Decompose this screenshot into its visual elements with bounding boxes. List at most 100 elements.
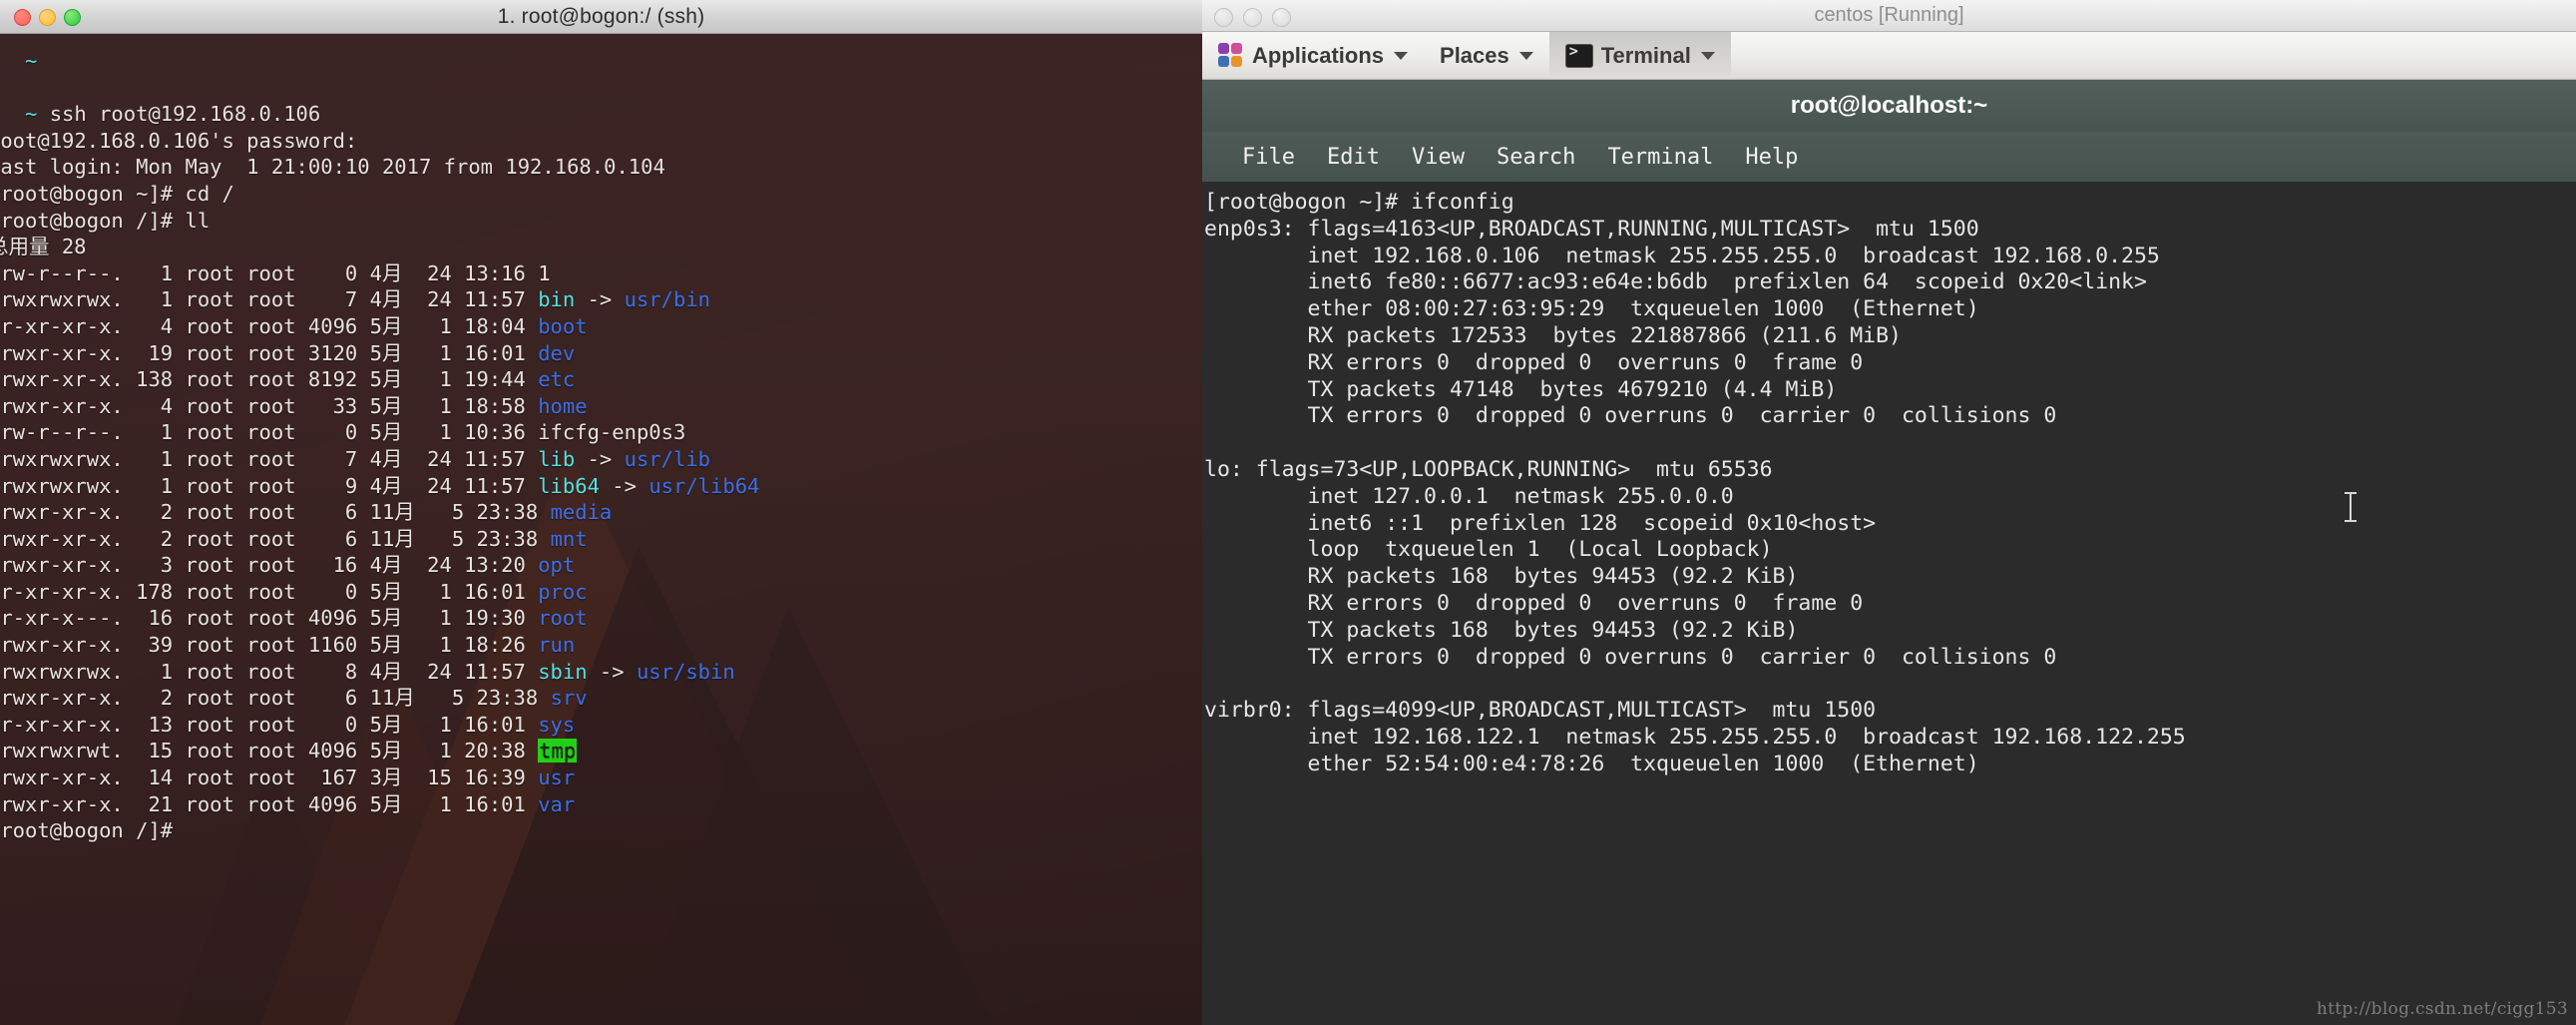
- terminal-text: 1: [538, 260, 551, 285]
- terminal-line: dr-xr-xr-x. 178 root root 0 5月 1 16:01 p…: [0, 579, 1202, 606]
- terminal-text: tmp: [538, 739, 578, 764]
- terminal-text: [root@bogon /]# ll: [0, 208, 211, 233]
- terminal-text: ~: [25, 49, 38, 73]
- terminal-line: drwxr-xr-x. 19 root root 3120 5月 1 16:01…: [0, 340, 1202, 367]
- menu-applications[interactable]: Applications: [1202, 32, 1424, 79]
- terminal-line: enp0s3: flags=4163<UP,BROADCAST,RUNNING,…: [1204, 216, 1979, 242]
- terminal-line: root@192.168.0.106's password:: [0, 128, 1202, 155]
- terminal-line: drwxr-xr-x. 2 root root 6 11月 5 23:38 sr…: [0, 685, 1202, 712]
- terminal-text: -rw-r--r--. 1 root root 0 5月 1 10:36 ifc…: [0, 420, 686, 445]
- terminal-text: lrwxrwxrwx. 1 root root 7 4月 24 11:57: [0, 287, 539, 312]
- guest-terminal-body[interactable]: [root@bogon ~]# ifconfig enp0s3: flags=41…: [1202, 182, 2576, 1025]
- menu-item-view[interactable]: View: [1396, 145, 1481, 170]
- terminal-text: run: [538, 633, 576, 658]
- terminal-line: drwxr-xr-x. 3 root root 16 4月 24 13:20 o…: [0, 552, 1202, 579]
- terminal-line: drwxr-xr-x. 21 root root 4096 5月 1 16:01…: [0, 791, 1202, 818]
- terminal-text: usr/lib: [624, 446, 711, 471]
- terminal-text: var: [538, 791, 576, 816]
- terminal-text: root@192.168.0.106's password:: [0, 128, 358, 153]
- virtualbox-window: centos [Running] Applications Places Ter…: [1202, 0, 2576, 1025]
- terminal-text: ssh root@192.168.0.106: [37, 102, 321, 127]
- terminal-line: inet 127.0.0.1 netmask 255.0.0.0: [1204, 483, 1734, 509]
- terminal-text: drwxr-xr-x. 14 root root 167 3月 15 16:39: [0, 766, 539, 790]
- menu-item-terminal[interactable]: Terminal: [1591, 145, 1729, 170]
- terminal-line: [root@bogon ~]# cd /: [0, 181, 1202, 208]
- gnome-logo-icon: [1218, 42, 1244, 69]
- menu-applications-label: Applications: [1252, 42, 1385, 68]
- mac-titlebar[interactable]: 1. root@bogon:/ (ssh): [0, 0, 1202, 34]
- terminal-text: proc: [538, 579, 588, 604]
- terminal-text: usr: [538, 766, 576, 790]
- terminal-line: -rw-r--r--. 1 root root 0 5月 1 10:36 ifc…: [0, 419, 1202, 446]
- terminal-text: drwxr-xr-x. 2 root root 6 11月 5 23:38: [0, 526, 551, 551]
- mac-terminal-output: ❯ ~ ❯ ~ ssh root@192.168.0.106root@192.1…: [0, 48, 1202, 844]
- terminal-line: drwxr-xr-x. 138 root root 8192 5月 1 19:4…: [0, 366, 1202, 393]
- terminal-text: usr/sbin: [636, 659, 735, 684]
- menu-terminal[interactable]: Terminal: [1548, 32, 1731, 79]
- terminal-line: drwxr-xr-x. 39 root root 1160 5月 1 18:26…: [0, 632, 1202, 659]
- terminal-text: -rw-r--r--. 1 root root 0 4月 24 13:16: [0, 260, 539, 285]
- terminal-text: boot: [538, 313, 588, 338]
- vbox-titlebar[interactable]: centos [Running]: [1202, 0, 2576, 32]
- terminal-text: [root@bogon ~]# cd /: [0, 181, 234, 206]
- terminal-text: drwxr-xr-x. 39 root root 1160 5月 1 18:26: [0, 633, 539, 658]
- terminal-line: RX packets 172533 bytes 221887866 (211.6…: [1204, 322, 1902, 348]
- terminal-line: RX errors 0 dropped 0 overruns 0 frame 0: [1204, 590, 1864, 616]
- terminal-line: -rw-r--r--. 1 root root 0 4月 24 13:16 1: [0, 260, 1202, 287]
- menu-item-search[interactable]: Search: [1481, 145, 1591, 170]
- terminal-line: 总用量 28: [0, 234, 1202, 260]
- text-cursor-icon: [2345, 492, 2357, 522]
- chevron-down-icon: [1700, 51, 1715, 60]
- chevron-down-icon: [1394, 51, 1409, 60]
- terminal-text: ->: [599, 473, 649, 498]
- terminal-line: ether 08:00:27:63:95:29 txqueuelen 1000 …: [1204, 296, 1979, 322]
- terminal-text: ~: [25, 102, 38, 127]
- terminal-line: TX packets 168 bytes 94453 (92.2 KiB): [1204, 617, 1799, 643]
- terminal-line: lrwxrwxrwx. 1 root root 7 4月 24 11:57 li…: [0, 446, 1202, 473]
- terminal-line: drwxrwxrwt. 15 root root 4096 5月 1 20:38…: [0, 738, 1202, 765]
- terminal-text: Last login: Mon May 1 21:00:10 2017 from…: [0, 155, 665, 180]
- terminal-text: drwxr-xr-x. 2 root root 6 11月 5 23:38: [0, 500, 551, 525]
- terminal-line: [root@bogon /]#: [0, 817, 1202, 844]
- terminal-text: opt: [538, 553, 576, 578]
- gnome-top-panel: Applications Places Terminal: [1202, 32, 2576, 80]
- terminal-line: TX errors 0 dropped 0 overruns 0 carrier…: [1204, 403, 2057, 429]
- terminal-line: inet 192.168.0.106 netmask 255.255.255.0…: [1204, 243, 2160, 268]
- terminal-text: bin: [538, 287, 576, 312]
- terminal-line: ❯ ~ ssh root@192.168.0.106: [0, 101, 1202, 128]
- terminal-line: inet6 fe80::6677:ac93:e64e:b6db prefixle…: [1204, 269, 2147, 295]
- mac-terminal-window: 1. root@bogon:/ (ssh) ❯ ~ ❯ ~ ssh root@1…: [0, 0, 1202, 1025]
- menu-places-label: Places: [1440, 42, 1509, 68]
- terminal-text: drwxr-xr-x. 4 root root 33 5月 1 18:58: [0, 393, 539, 418]
- terminal-text: sbin: [538, 659, 588, 684]
- terminal-text: srv: [550, 686, 588, 711]
- terminal-line: lrwxrwxrwx. 1 root root 8 4月 24 11:57 sb…: [0, 659, 1202, 686]
- terminal-line: lrwxrwxrwx. 1 root root 9 4月 24 11:57 li…: [0, 473, 1202, 500]
- menu-item-file[interactable]: File: [1226, 145, 1311, 170]
- terminal-line: dr-xr-x---. 16 root root 4096 5月 1 19:30…: [0, 605, 1202, 632]
- terminal-text: 总用量 28: [0, 235, 87, 259]
- terminal-text: dr-xr-xr-x. 13 root root 0 5月 1 16:01: [0, 712, 539, 737]
- terminal-line: [root@bogon ~]# ifconfig: [1204, 190, 1514, 215]
- terminal-text: drwxr-xr-x. 19 root root 3120 5月 1 16:01: [0, 340, 539, 365]
- mac-terminal-body[interactable]: ❯ ~ ❯ ~ ssh root@192.168.0.106root@192.1…: [0, 34, 1202, 1025]
- terminal-text: drwxr-xr-x. 21 root root 4096 5月 1 16:01: [0, 791, 539, 816]
- terminal-text: etc: [538, 367, 576, 392]
- menu-item-edit[interactable]: Edit: [1311, 145, 1396, 170]
- terminal-line: drwxr-xr-x. 2 root root 6 11月 5 23:38 mn…: [0, 526, 1202, 553]
- menu-terminal-label: Terminal: [1600, 42, 1691, 68]
- menu-places[interactable]: Places: [1424, 32, 1549, 79]
- terminal-line: virbr0: flags=4099<UP,BROADCAST,MULTICAS…: [1204, 698, 1877, 724]
- terminal-text: mnt: [550, 526, 588, 551]
- terminal-text: sys: [538, 712, 576, 737]
- terminal-text: usr/bin: [624, 287, 711, 312]
- terminal-text: drwxr-xr-x. 138 root root 8192 5月 1 19:4…: [0, 367, 539, 392]
- menu-item-help[interactable]: Help: [1729, 145, 1814, 170]
- terminal-text: ->: [575, 446, 625, 471]
- terminal-text: lrwxrwxrwx. 1 root root 8 4月 24 11:57: [0, 659, 539, 684]
- guest-terminal-menubar: File Edit View Search Terminal Help: [1202, 132, 2576, 182]
- vbox-window-title: centos [Running]: [1814, 4, 1964, 26]
